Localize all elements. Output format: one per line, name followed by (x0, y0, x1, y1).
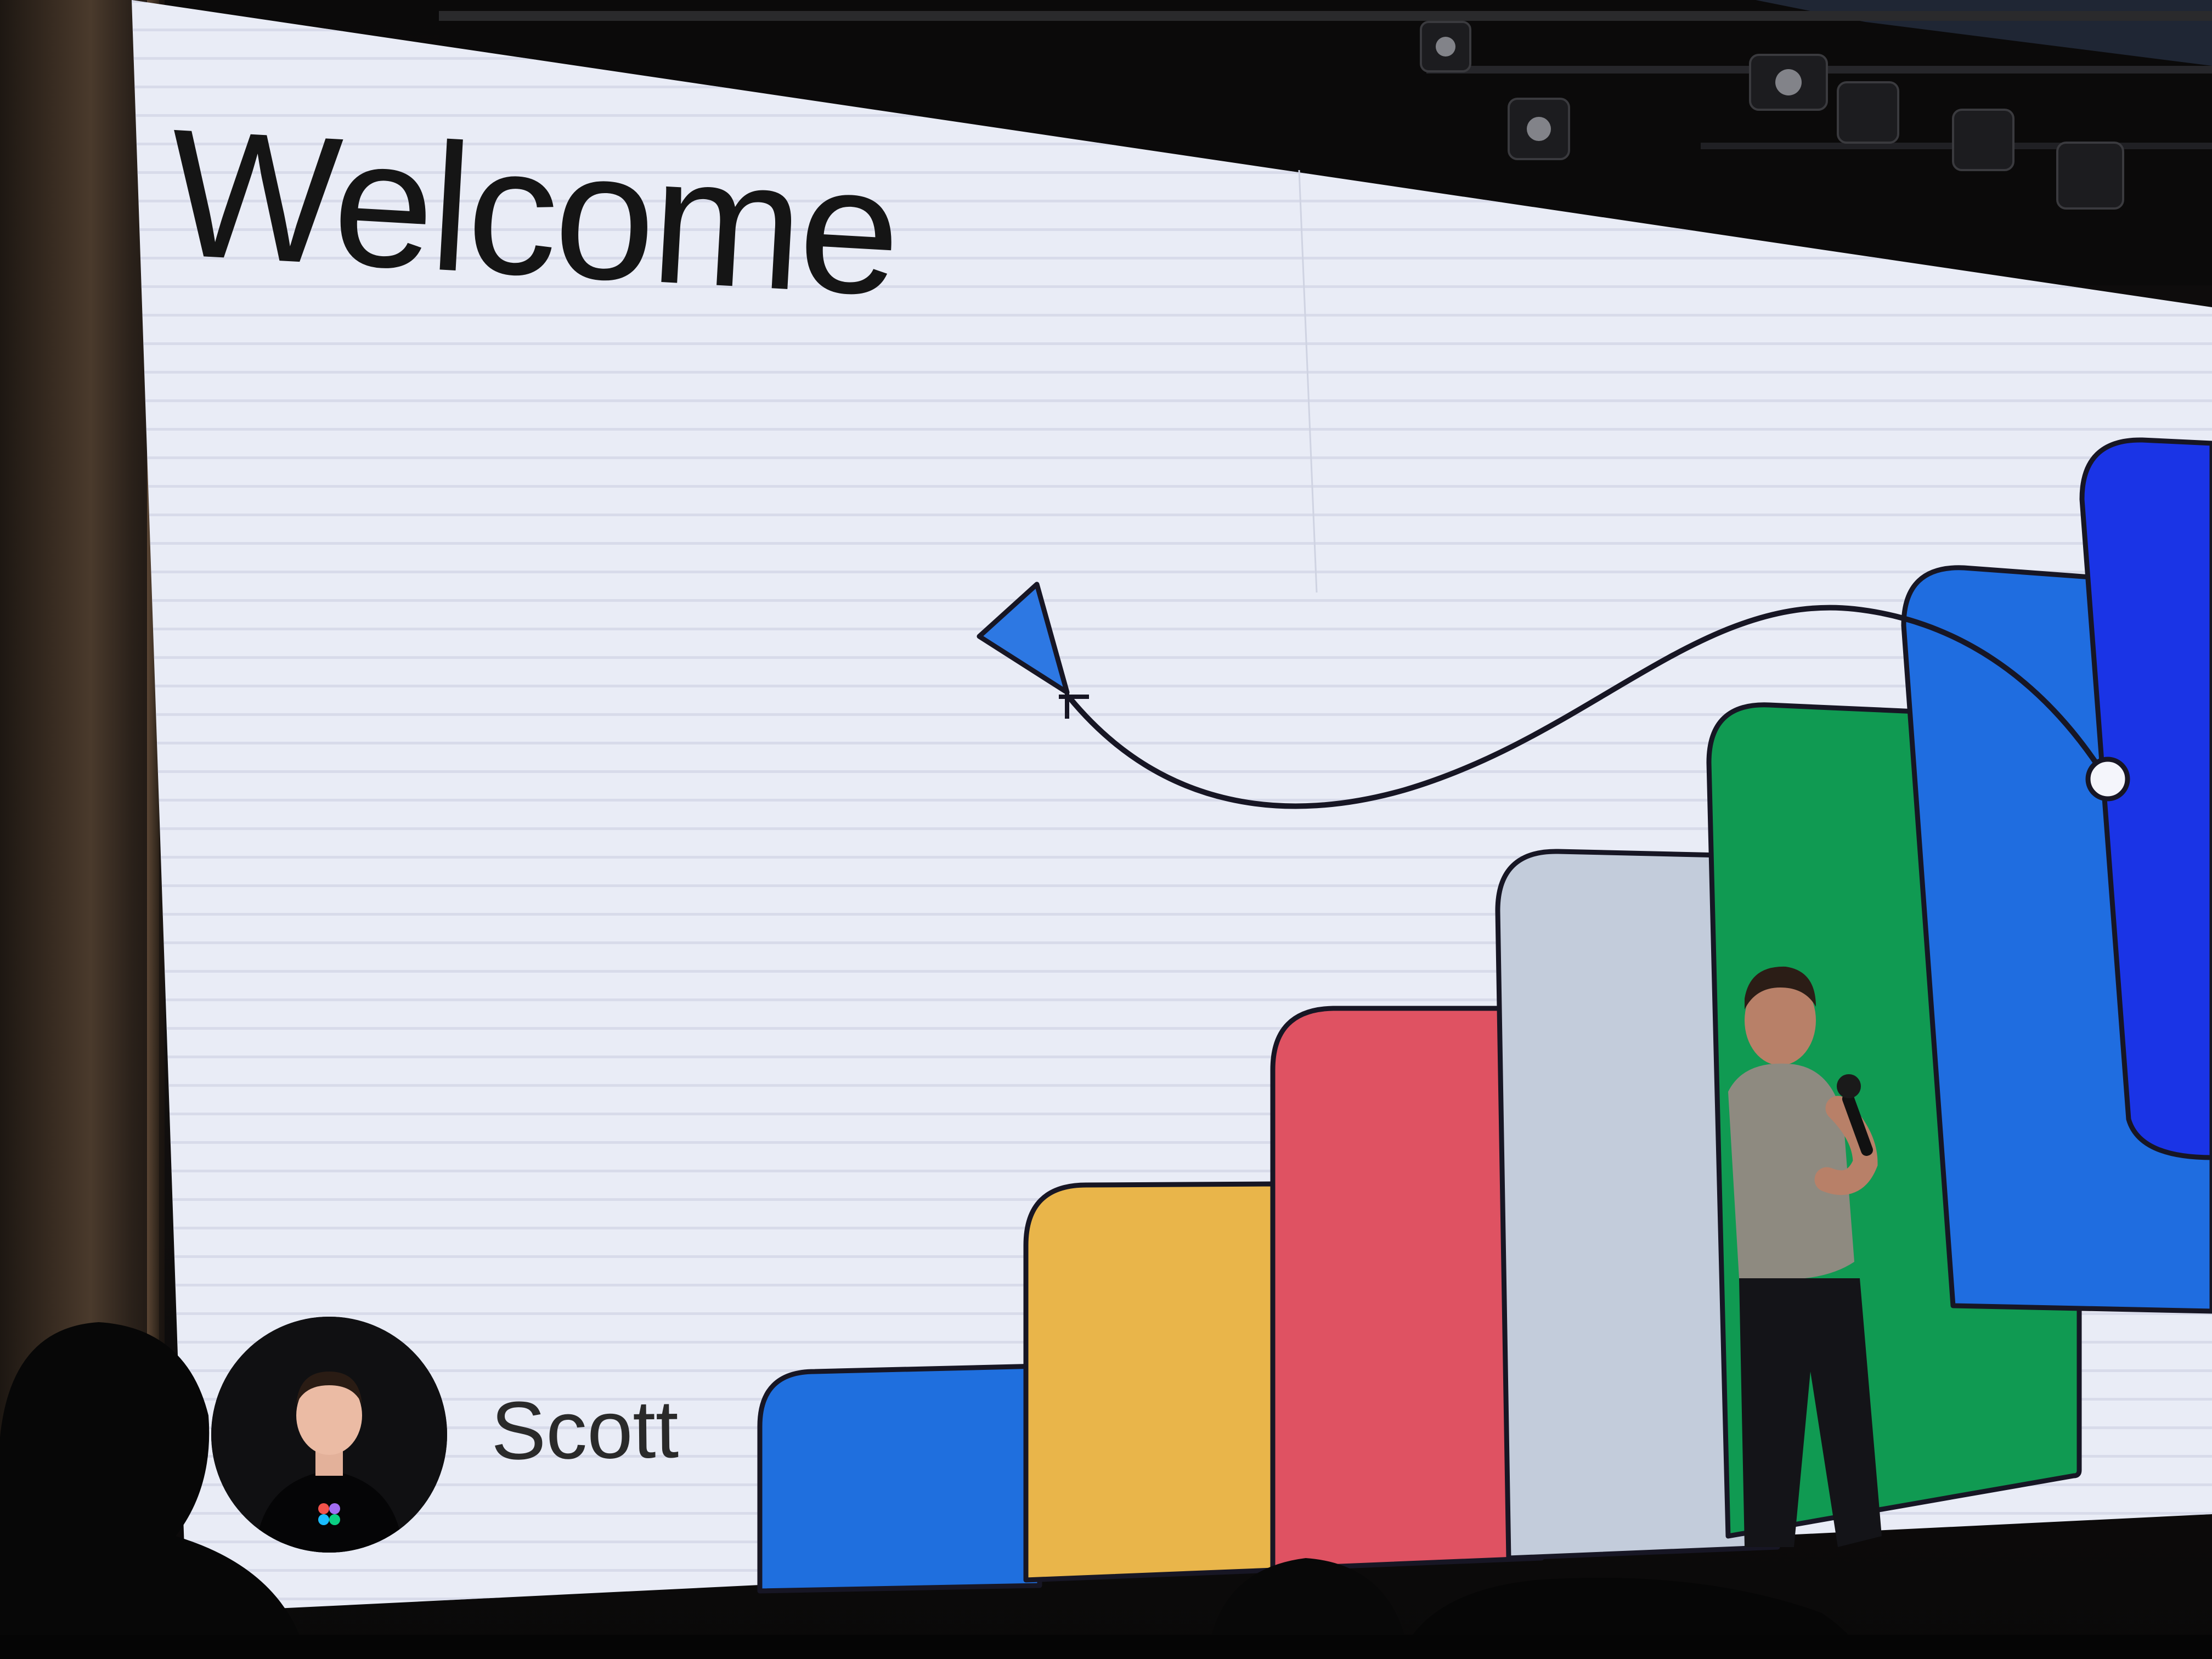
slide-title: Welcome (164, 90, 902, 334)
path-endpoint (2085, 757, 2130, 802)
audience-silhouettes (0, 1322, 2212, 1659)
stage-scene: Welcome Scott (0, 0, 2212, 1659)
